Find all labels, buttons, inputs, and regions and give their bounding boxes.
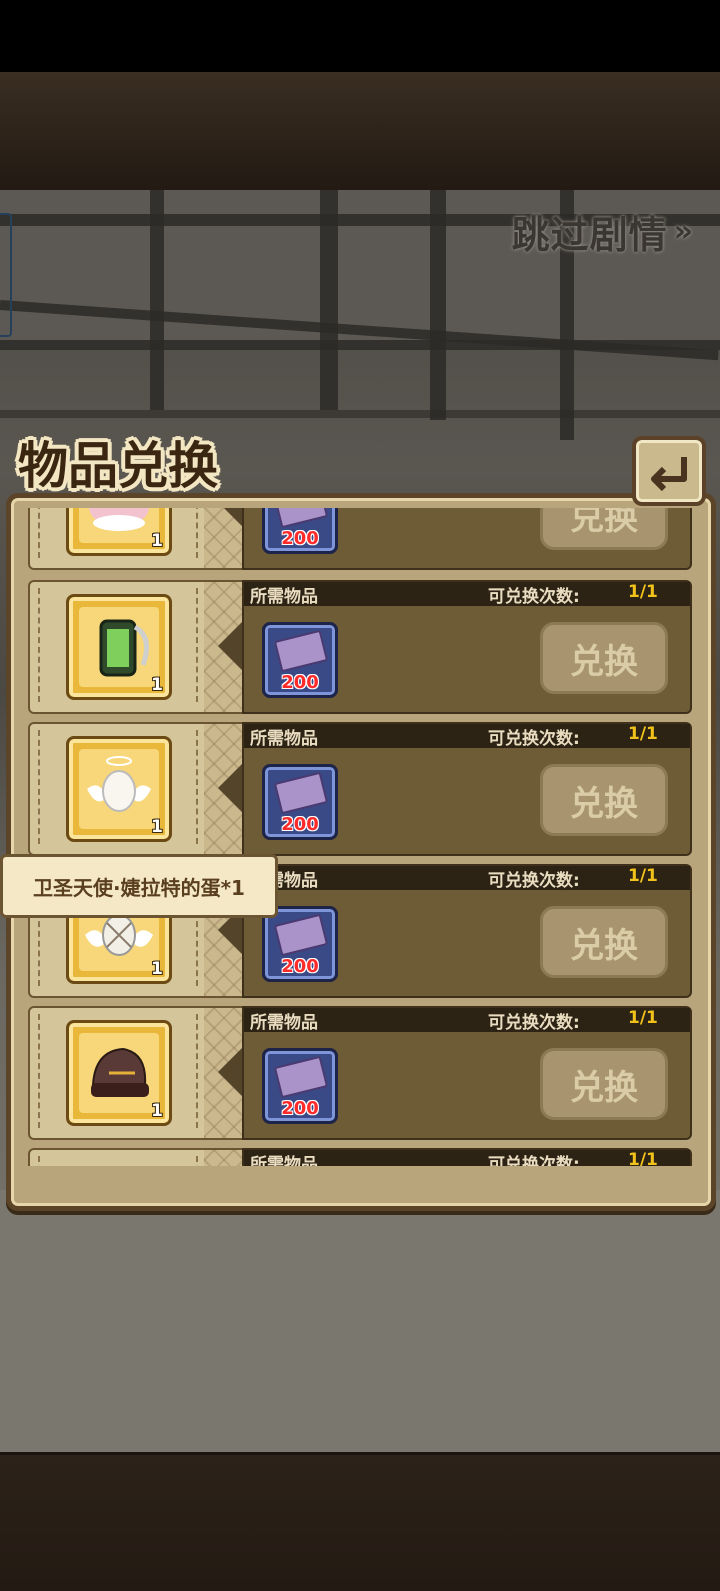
- cost-amount: 200: [281, 672, 319, 693]
- exchange-row: 所需物品 可兑换次数: 1/1 1 200 兑换: [28, 580, 692, 714]
- skip-story-button[interactable]: 跳过剧情 »: [511, 206, 694, 257]
- dark-helmet-icon: [91, 1047, 149, 1097]
- exchange-list[interactable]: 1 200 兑换 所需物品 可兑换次数: 1/1 1 200 兑换 所需物品 可…: [28, 508, 692, 1178]
- item-tooltip: 卫圣天使·婕拉特的蛋*1: [0, 854, 278, 918]
- status-bar: [0, 0, 720, 72]
- exchange-button[interactable]: 兑换: [540, 508, 668, 550]
- pink-creature-icon: [89, 508, 149, 531]
- exchange-button[interactable]: 兑换: [540, 764, 668, 836]
- cost-amount: 200: [281, 528, 319, 549]
- required-items-label: 所需物品: [250, 587, 318, 607]
- back-button[interactable]: [632, 436, 706, 506]
- exchange-count-value: 1/1: [628, 724, 658, 744]
- page-title: 物品兑换: [18, 436, 218, 495]
- exchange-button[interactable]: 兑换: [540, 906, 668, 978]
- exchange-row: 所需物品 可兑换次数: 1/1 1 200 兑换: [28, 722, 692, 856]
- purple-ticket-icon: [273, 629, 329, 673]
- exchange-count-value: 1/1: [628, 866, 658, 886]
- item-quantity: 1: [151, 531, 163, 551]
- cost-amount: 200: [281, 814, 319, 835]
- exchange-count-label: 可兑换次数:: [488, 871, 580, 891]
- purple-ticket-icon: [273, 1055, 329, 1099]
- panel-bottom-edge: [22, 1166, 692, 1190]
- exchange-button[interactable]: 兑换: [540, 1048, 668, 1120]
- exchange-count-label: 可兑换次数:: [488, 729, 580, 749]
- double-chevron-icon: »: [673, 213, 694, 249]
- cost-item[interactable]: 200: [262, 1048, 338, 1124]
- exchange-count-label: 可兑换次数:: [488, 1013, 580, 1033]
- exchange-row: 所需物品 可兑换次数: 1/1 1 200 兑换: [28, 1006, 692, 1140]
- side-tab[interactable]: [0, 213, 12, 337]
- item-quantity: 1: [151, 675, 163, 695]
- purple-ticket-icon: [273, 508, 329, 529]
- reward-item-slot[interactable]: 1: [66, 1020, 172, 1126]
- reward-item-slot[interactable]: 1: [66, 594, 172, 700]
- exchange-count-value: 1/1: [628, 582, 658, 602]
- exchange-button[interactable]: 兑换: [540, 622, 668, 694]
- top-frame: [0, 72, 720, 193]
- reward-item-slot[interactable]: 1: [66, 508, 172, 556]
- green-canister-icon: [99, 619, 150, 677]
- item-quantity: 1: [151, 1101, 163, 1121]
- exchange-row: 1 200 兑换: [28, 508, 692, 570]
- exchange-count-label: 可兑换次数:: [488, 587, 580, 607]
- angel-egg-icon: [87, 756, 151, 812]
- reward-item-slot[interactable]: 1: [66, 736, 172, 842]
- cost-amount: 200: [281, 1098, 319, 1119]
- purple-ticket-icon: [273, 913, 329, 957]
- purple-ticket-icon: [273, 771, 329, 815]
- cost-item[interactable]: 200: [262, 764, 338, 840]
- cost-item[interactable]: 200: [262, 508, 338, 554]
- required-items-label: 所需物品: [250, 1013, 318, 1033]
- return-arrow-icon: [651, 457, 687, 492]
- skip-story-label: 跳过剧情: [511, 212, 668, 257]
- required-items-label: 所需物品: [250, 729, 318, 749]
- bottom-frame: [0, 1452, 720, 1591]
- item-quantity: 1: [151, 817, 163, 837]
- cost-amount: 200: [281, 956, 319, 977]
- item-quantity: 1: [151, 959, 163, 979]
- cost-item[interactable]: 200: [262, 622, 338, 698]
- exchange-count-value: 1/1: [628, 1008, 658, 1028]
